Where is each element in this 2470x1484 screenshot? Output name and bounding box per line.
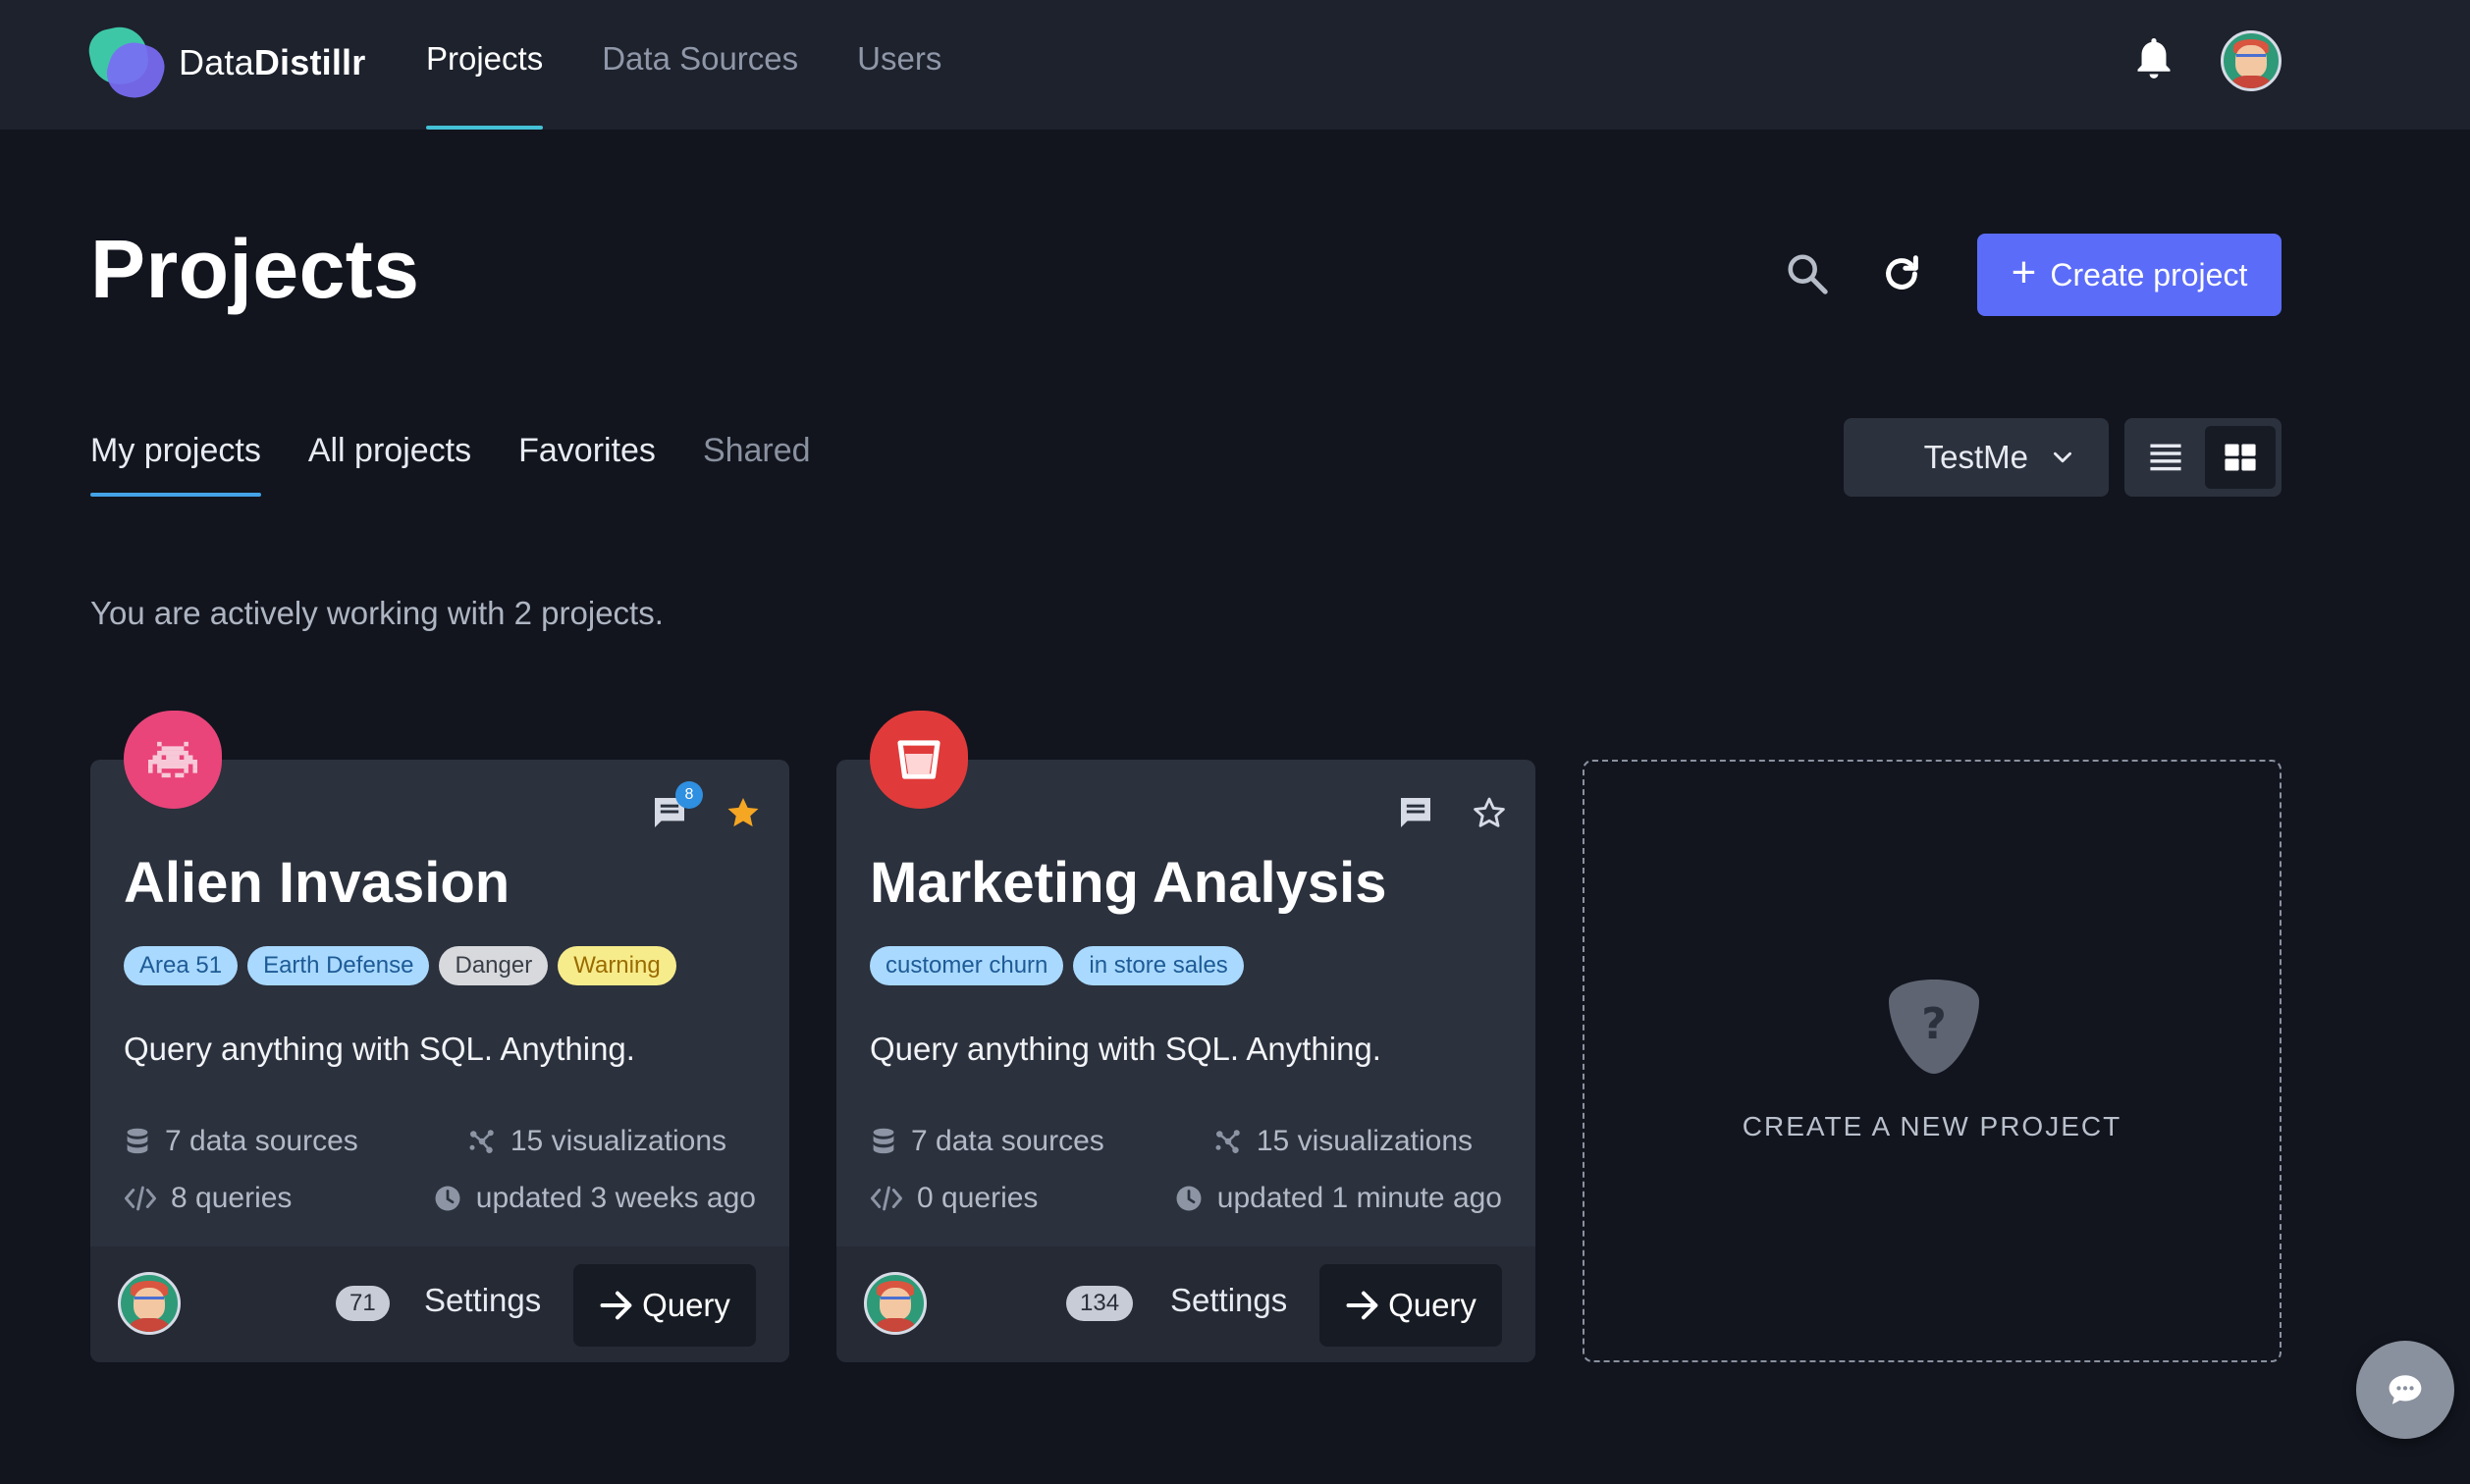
- card-actions: [1396, 793, 1508, 832]
- main-nav: Projects Data Sources Users: [426, 0, 1000, 130]
- queries-count: 0 queries: [917, 1182, 1039, 1214]
- card-actions: 8: [650, 781, 762, 832]
- project-title[interactable]: Alien Invasion: [124, 850, 510, 916]
- query-button[interactable]: Query: [573, 1264, 756, 1347]
- grid-view-icon[interactable]: [2205, 426, 2276, 489]
- create-project-button[interactable]: + Create project: [1977, 234, 2282, 316]
- arrow-right-icon: [600, 1291, 632, 1320]
- project-tags: Area 51 Earth Defense Danger Warning: [124, 946, 686, 985]
- visualizations-stat: 15 visualizations: [467, 1125, 726, 1158]
- brand-logo[interactable]: DataDistillr: [84, 22, 366, 106]
- comments-icon[interactable]: 8: [650, 781, 703, 832]
- visualizations-count: 15 visualizations: [1256, 1125, 1473, 1157]
- updated-stat: updated 3 weeks ago: [433, 1182, 756, 1215]
- scatter-chart-icon: [1215, 1130, 1240, 1153]
- tag[interactable]: Warning: [558, 946, 676, 985]
- queries-stat: 0 queries: [870, 1182, 1038, 1215]
- create-new-project-card[interactable]: ? CREATE A NEW PROJECT: [1583, 760, 2282, 1362]
- updated-time: updated 3 weeks ago: [475, 1182, 756, 1214]
- scatter-chart-icon: [469, 1130, 494, 1153]
- code-icon: [870, 1186, 903, 1211]
- nav-data-sources[interactable]: Data Sources: [602, 0, 798, 130]
- tag[interactable]: in store sales: [1073, 946, 1244, 985]
- queries-stat: 8 queries: [124, 1182, 292, 1215]
- alien-invader-icon: [148, 741, 197, 778]
- comments-count-badge: 8: [675, 781, 703, 809]
- queries-count: 8 queries: [171, 1182, 293, 1214]
- query-button[interactable]: Query: [1319, 1264, 1502, 1347]
- shopping-bucket-icon: [897, 740, 940, 779]
- data-sources-stat: 7 data sources: [124, 1125, 358, 1158]
- owner-avatar[interactable]: [864, 1272, 927, 1335]
- project-card[interactable]: Marketing Analysis customer churn in sto…: [836, 711, 1535, 1362]
- favorite-star-outline-icon[interactable]: [1471, 794, 1508, 831]
- plus-icon: +: [2011, 248, 2037, 296]
- database-icon: [873, 1128, 894, 1154]
- query-button-label: Query: [1388, 1287, 1477, 1323]
- data-sources-stat: 7 data sources: [870, 1125, 1104, 1158]
- project-title[interactable]: Marketing Analysis: [870, 850, 1386, 916]
- clock-icon: [1176, 1186, 1202, 1211]
- updated-time: updated 1 minute ago: [1216, 1182, 1502, 1214]
- question-shield-icon: ?: [1889, 980, 1979, 1074]
- workspace-select-value: TestMe: [1923, 439, 2028, 475]
- refresh-icon[interactable]: [1879, 251, 1924, 296]
- notifications-bell-icon[interactable]: [2132, 35, 2175, 84]
- projects-summary-text: You are actively working with 2 projects…: [90, 595, 664, 631]
- tab-my-projects[interactable]: My projects: [90, 432, 261, 497]
- top-navigation-bar: DataDistillr Projects Data Sources Users: [0, 0, 2470, 130]
- project-tags: customer churn in store sales: [870, 946, 1254, 985]
- card-footer: 134 Settings Query: [836, 1246, 1535, 1362]
- query-button-label: Query: [642, 1287, 730, 1323]
- project-card[interactable]: 8 Alien Invasion Area 51 Earth Defense D…: [90, 711, 789, 1362]
- view-mode-toggle: [2124, 418, 2282, 497]
- tab-shared[interactable]: Shared: [703, 432, 811, 497]
- tab-favorites[interactable]: Favorites: [518, 432, 656, 497]
- comments-icon[interactable]: [1396, 793, 1435, 832]
- tag[interactable]: Earth Defense: [247, 946, 430, 985]
- owner-avatar[interactable]: [118, 1272, 181, 1335]
- tag[interactable]: Area 51: [124, 946, 239, 985]
- clock-icon: [435, 1186, 460, 1211]
- chevron-down-icon: [2054, 451, 2071, 463]
- nav-projects[interactable]: Projects: [426, 0, 544, 130]
- project-filter-tabs: My projects All projects Favorites Share…: [90, 432, 858, 501]
- brand-name: DataDistillr: [179, 42, 366, 82]
- card-footer: 71 Settings Query: [90, 1246, 789, 1362]
- database-icon: [127, 1128, 148, 1154]
- tab-all-projects[interactable]: All projects: [308, 432, 471, 497]
- svg-text:?: ?: [1921, 999, 1947, 1049]
- arrow-right-icon: [1346, 1291, 1378, 1320]
- visualizations-stat: 15 visualizations: [1213, 1125, 1473, 1158]
- project-description: Query anything with SQL. Anything.: [870, 1031, 1381, 1067]
- project-icon-blob: [124, 711, 222, 809]
- settings-link[interactable]: Settings: [424, 1282, 541, 1319]
- nav-users[interactable]: Users: [857, 0, 941, 130]
- settings-link[interactable]: Settings: [1170, 1282, 1287, 1319]
- search-icon[interactable]: [1785, 251, 1830, 296]
- page-title: Projects: [90, 223, 420, 315]
- project-description: Query anything with SQL. Anything.: [124, 1031, 635, 1067]
- user-avatar[interactable]: [2221, 30, 2282, 91]
- code-icon: [124, 1186, 157, 1211]
- tag[interactable]: Danger: [439, 946, 549, 985]
- member-count-badge[interactable]: 71: [336, 1286, 390, 1321]
- project-icon-blob: [870, 711, 968, 809]
- updated-stat: updated 1 minute ago: [1174, 1182, 1502, 1215]
- workspace-select[interactable]: TestMe: [1844, 418, 2109, 497]
- support-chat-icon[interactable]: [2356, 1341, 2454, 1439]
- create-project-label: Create project: [2050, 256, 2248, 292]
- data-sources-count: 7 data sources: [165, 1125, 358, 1157]
- data-sources-count: 7 data sources: [911, 1125, 1104, 1157]
- favorite-star-icon[interactable]: [725, 794, 762, 831]
- list-view-icon[interactable]: [2130, 426, 2201, 489]
- logo-mark-icon: [84, 22, 171, 106]
- member-count-badge[interactable]: 134: [1066, 1286, 1134, 1321]
- tag[interactable]: customer churn: [870, 946, 1064, 985]
- create-new-project-label: CREATE A NEW PROJECT: [1742, 1111, 2122, 1141]
- visualizations-count: 15 visualizations: [510, 1125, 726, 1157]
